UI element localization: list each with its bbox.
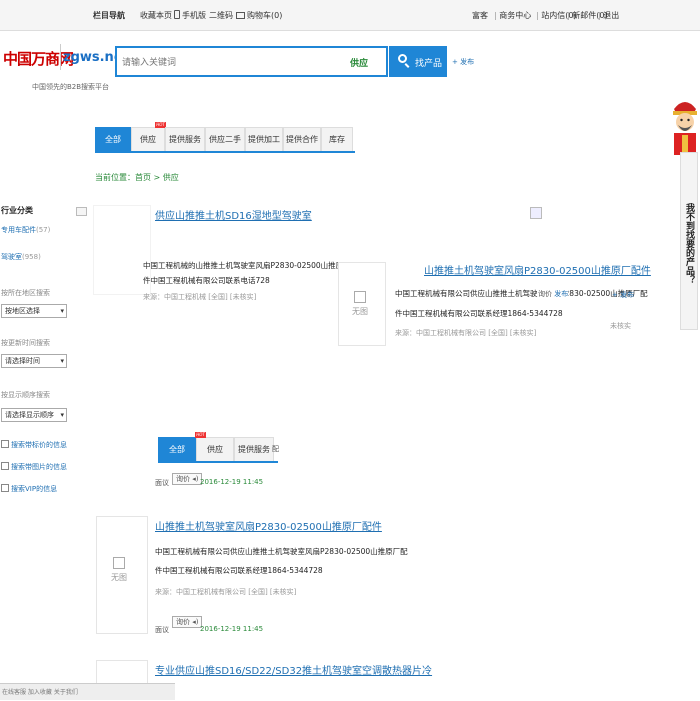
no-image-icon <box>354 291 366 303</box>
tab-stock[interactable]: 库存 <box>321 127 353 151</box>
listing-desc: 中国工程机械的山推推土机驾驶室风扇P2830-02500山推原厂配 <box>143 261 359 270</box>
mobile-link[interactable]: 手机版 <box>174 10 206 21</box>
tab-cooperation[interactable]: 提供合作 <box>283 127 321 151</box>
category-tabs: 全部 供应 HOT 提供服务 供应二手 提供加工 提供合作 库存 <box>95 122 355 153</box>
breadcrumb: 当前位置：首页 > 供应 <box>95 173 179 182</box>
publish-link[interactable]: + 发布 <box>452 57 474 67</box>
order-filter-label: 按显示顺序搜索 <box>1 391 50 399</box>
area-filter-label: 按所在地区搜索 <box>1 289 50 297</box>
listing-desc: 件中国工程机械有限公司联系经理1864-5344728 <box>395 309 563 318</box>
listing-date: 2016-12-19 11:45 <box>200 625 264 633</box>
nav-menu-link[interactable]: 栏目导航 <box>93 10 125 21</box>
category-item[interactable]: 专用车配件(57) <box>1 225 50 235</box>
logout-link[interactable]: | 退出 <box>598 10 619 21</box>
time-filter-label: 按更新时间搜索 <box>1 339 50 347</box>
order-select[interactable]: 请选择显示顺序 <box>1 408 67 422</box>
listing-extra: 询价 发布 <box>538 289 569 299</box>
listing-desc-tail: 配 <box>272 445 279 453</box>
site-tagline: 中国领先的B2B搜索平台 <box>32 83 110 91</box>
tab-service[interactable]: 提供服务 <box>165 127 205 151</box>
category-item[interactable]: 驾驶室(958) <box>1 252 41 262</box>
ask-price-button[interactable]: 询价 ◂) <box>172 616 203 628</box>
cart-icon <box>236 12 245 19</box>
listing-title[interactable]: 山推推土机驾驶室风扇P2830-02500山推原厂配件 <box>424 262 651 277</box>
phone-icon <box>174 10 180 19</box>
listing-source: 来源：中国工程机械有限公司 [全国] [未核实] <box>395 329 537 337</box>
image-placeholder-icon <box>530 207 542 219</box>
tab-all[interactable]: 全部 <box>158 437 196 461</box>
ask-price-button[interactable]: 询价 ◂) <box>172 473 203 485</box>
listing-thumbnail[interactable]: 无图 <box>96 516 148 634</box>
listing-desc: 中国工程机械有限公司供应山推推土机驾驶室风扇P2830-02500山推原厂配 <box>395 289 648 298</box>
listing-desc: 件中国工程机械有限公司联系电话728 <box>143 276 270 285</box>
no-image-label: 无图 <box>111 557 127 583</box>
search-button-label: 找产品 <box>415 59 443 69</box>
area-select[interactable]: 按地区选择 <box>1 304 67 318</box>
bottom-toolbar[interactable]: 在线客服 加入收藏 关于我们 <box>0 683 175 700</box>
bookmark-link[interactable]: 收藏本页 <box>140 10 172 21</box>
search-type-select[interactable]: 供应 <box>350 56 368 69</box>
tab-supply[interactable]: 供应 <box>196 437 234 461</box>
time-select[interactable]: 请选择时间 <box>1 354 67 368</box>
logo-divider <box>60 44 61 70</box>
tab-all[interactable]: 全部 <box>95 127 131 151</box>
no-image-label: 无图 <box>352 291 368 317</box>
tab-processing[interactable]: 提供加工 <box>245 127 283 151</box>
price-label: 面议 <box>155 626 169 634</box>
filter-price-checkbox[interactable]: 搜索带标价的信息 <box>1 440 67 450</box>
listing-thumbnail[interactable]: 无图 <box>338 262 386 346</box>
search-icon <box>398 54 407 63</box>
listing-desc: 件中国工程机械有限公司联系经理1864-5344728 <box>155 566 323 575</box>
price-label: 面议 <box>155 479 169 487</box>
verify-badge: 未核实 <box>610 322 631 330</box>
biz-center-link[interactable]: | 商务中心 <box>494 10 531 21</box>
find-product-banner[interactable]: 我不到找要的产品？ <box>680 152 698 330</box>
cart-link[interactable]: 购物车(0) <box>236 10 282 21</box>
filter-vip-checkbox[interactable]: 搜索VIP的信息 <box>1 484 57 494</box>
top-bar: 栏目导航 收藏本页 手机版 二维码 购物车(0) 富客 | 商务中心 | 站内信… <box>0 0 700 31</box>
listing-title[interactable]: 供应山推推土机SD16湿地型驾驶室 <box>155 207 312 222</box>
tab-service[interactable]: 提供服务 HOT <box>195 432 274 461</box>
listing-desc: 中国工程机械有限公司供应山推推土机驾驶室风扇P2830-02500山推原厂配 <box>155 547 408 556</box>
listing-title[interactable]: 专业供应山推SD16/SD22/SD32推土机驾驶室空调散热器片冷 <box>155 662 432 677</box>
listing-source: 来源：中国工程机械 [全国] [未核实] <box>143 293 257 301</box>
tab-second-hand[interactable]: 供应二手 <box>205 127 245 151</box>
search-button[interactable]: 找产品 <box>389 46 447 77</box>
listing-source: 来源：中国工程机械有限公司 [全国] [未核实] <box>155 588 297 596</box>
category-title: 行业分类 <box>1 206 33 215</box>
qrcode-link[interactable]: 二维码 <box>209 10 233 21</box>
search-box: 供应 <box>115 46 388 77</box>
listing-date: 2016-12-19 11:45 <box>200 478 264 486</box>
no-image-icon <box>113 557 125 569</box>
filter-image-checkbox[interactable]: 搜索带图片的信息 <box>1 462 67 472</box>
mascot-icon <box>673 102 697 155</box>
listing-title[interactable]: 山推推土机驾驶室风扇P2830-02500山推原厂配件 <box>155 518 382 533</box>
category-tabs: 全部 供应 提供服务 HOT <box>158 432 278 463</box>
hot-badge: HOT <box>195 432 206 438</box>
user-name[interactable]: 富客 <box>472 10 488 21</box>
tab-supply[interactable]: 供应 HOT <box>131 122 166 151</box>
publish-link[interactable]: + 发布 <box>612 290 634 300</box>
collapse-icon[interactable] <box>76 207 87 216</box>
search-input[interactable] <box>117 48 354 77</box>
